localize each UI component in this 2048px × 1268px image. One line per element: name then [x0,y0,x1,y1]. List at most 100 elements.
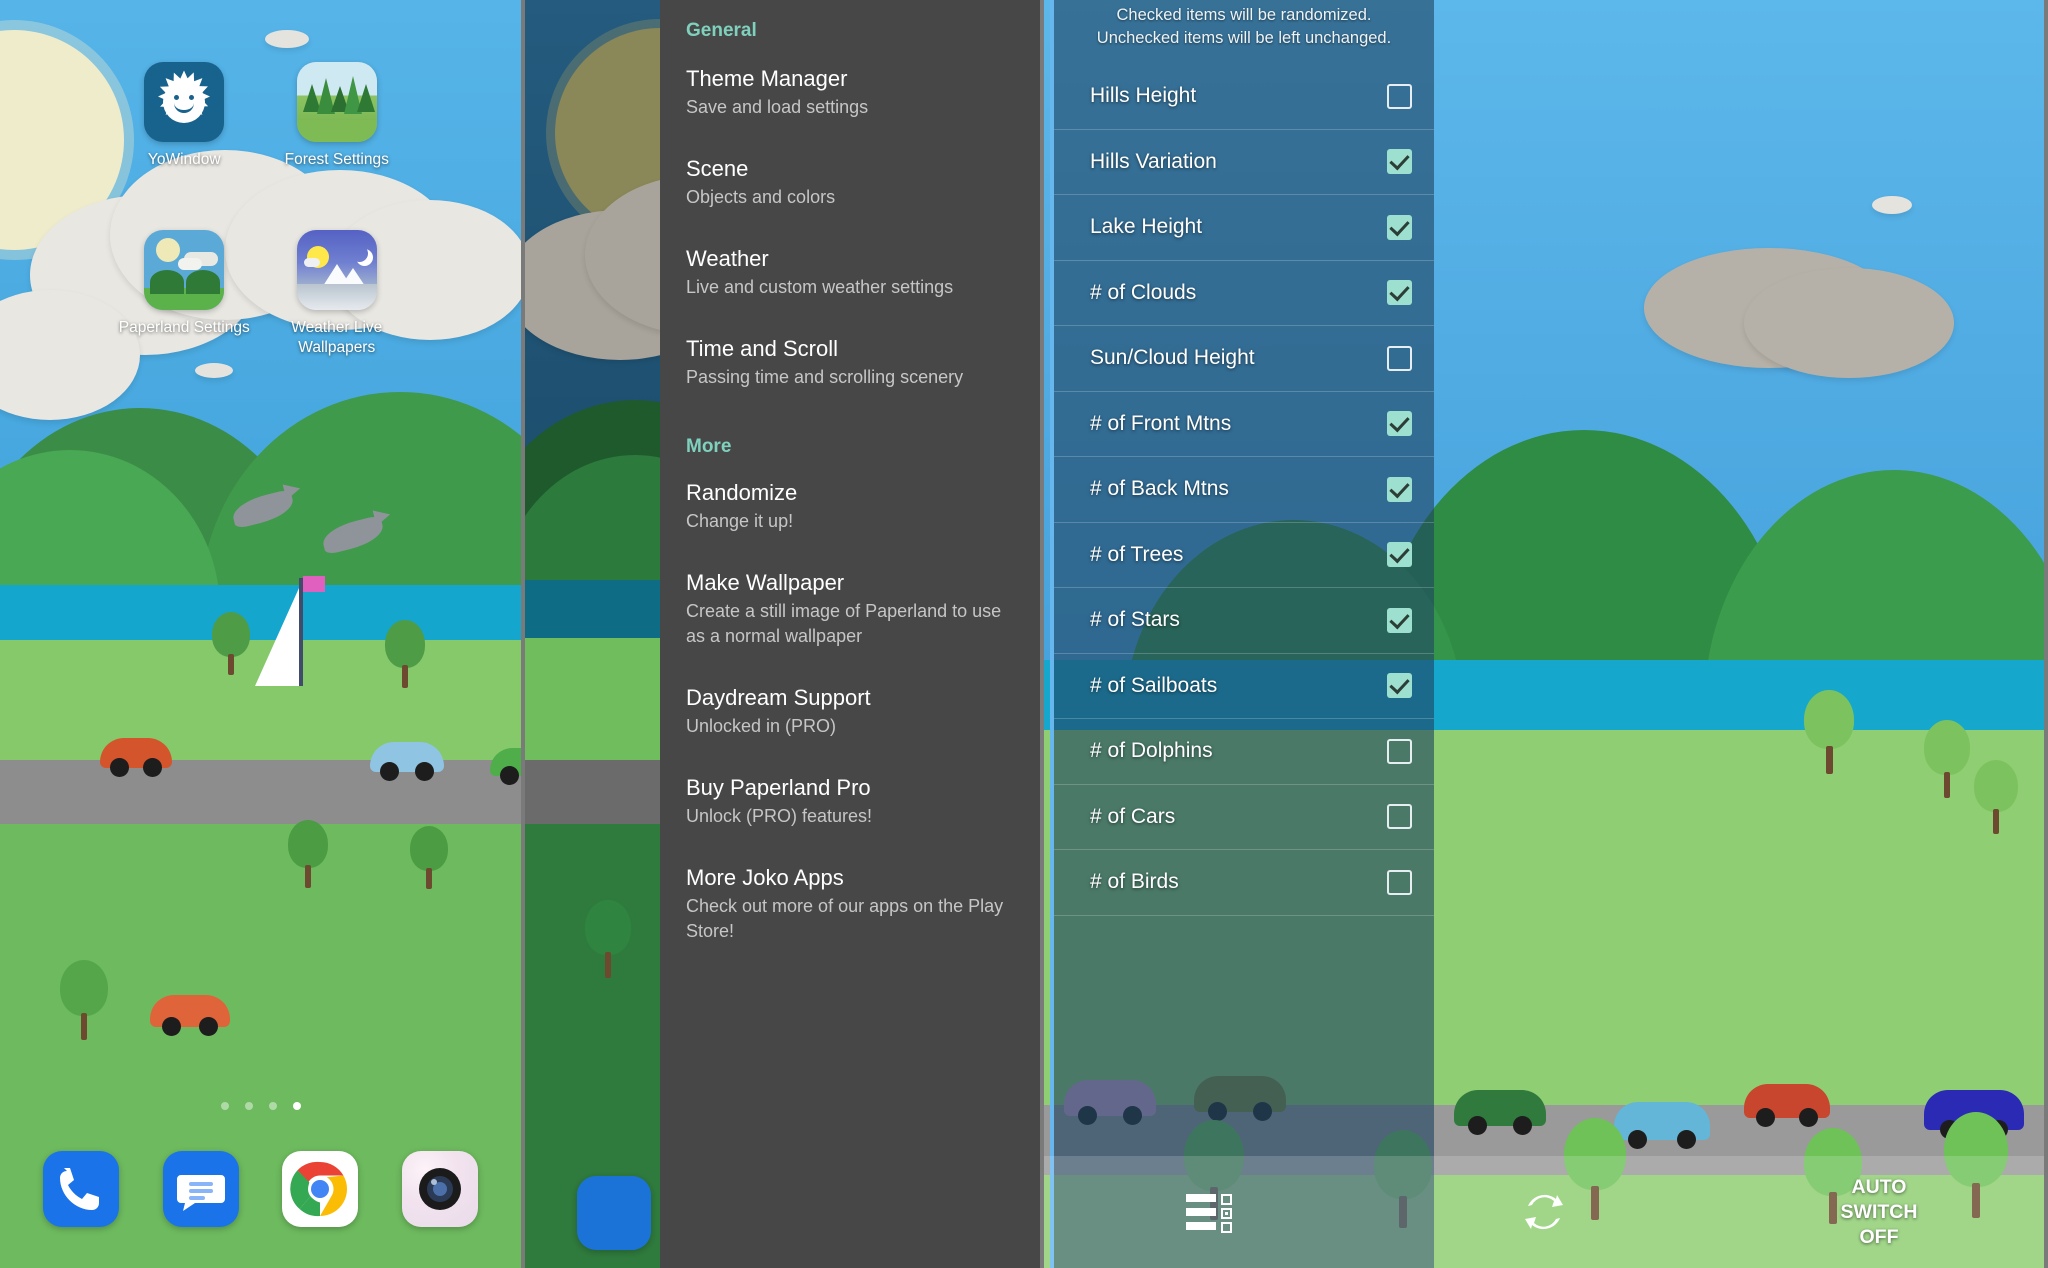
row-label: Hills Height [1090,84,1197,108]
checkbox-lake-height[interactable] [1387,214,1412,240]
paperland-settings-icon [144,230,225,310]
menu-item-subtitle: Live and custom weather settings [686,277,954,297]
page-indicator [0,1102,521,1110]
checkbox-num-back-mtns[interactable] [1387,476,1412,502]
app-paperland-settings[interactable]: Paperland Settings [108,230,261,358]
menu-item-subtitle: Save and load settings [686,97,869,117]
randomize-note-line-1: Checked items will be randomized. [1116,6,1372,24]
select-all-button[interactable] [1044,1194,1374,1233]
page-dot-active[interactable] [292,1102,301,1110]
app-label: Forest Settings [284,151,389,168]
menu-item-weather[interactable]: Weather Live and custom weather settings [686,244,1014,300]
row-label: # of Cars [1090,804,1176,828]
row-label: # of Stars [1090,608,1180,632]
menu-item-title: Make Wallpaper [686,570,845,595]
chrome-icon[interactable] [282,1151,359,1227]
checkbox-num-trees[interactable] [1387,542,1412,568]
randomize-note-line-2: Unchecked items will be left unchanged. [1096,29,1392,47]
randomize-row-num-sailboats[interactable]: # of Sailboats [1054,654,1434,719]
menu-item-subtitle: Change it up! [686,511,794,531]
checkbox-num-sailboats[interactable] [1387,673,1412,699]
menu-item-title: Randomize [686,480,798,505]
menu-item-title: Buy Paperland Pro [686,775,871,800]
checkbox-sun-cloud-height[interactable] [1387,345,1412,371]
row-label: Sun/Cloud Height [1090,346,1255,370]
menu-item-buy-paperland-pro[interactable]: Buy Paperland Pro Unlock (PRO) features! [686,773,1014,829]
checkbox-num-stars[interactable] [1387,607,1412,633]
settings-menu-panel: General Theme Manager Save and load sett… [525,0,1044,1268]
auto-switch-toggle[interactable]: AUTO SWITCH OFF [1714,1175,2044,1250]
refresh-randomize-icon [1519,1187,1569,1237]
randomize-row-num-front-mtns[interactable]: # of Front Mtns [1054,392,1434,457]
randomize-row-lake-height[interactable]: Lake Height [1054,195,1434,261]
randomize-note: Checked items will be randomized. Unchec… [1054,0,1434,64]
dock [0,1124,521,1254]
menu-item-randomize[interactable]: Randomize Change it up! [686,478,1014,534]
checkbox-hills-height[interactable] [1387,83,1412,109]
messages-icon[interactable] [162,1151,239,1227]
menu-section-heading-general: General [686,20,757,41]
menu-item-theme-manager[interactable]: Theme Manager Save and load settings [686,64,1014,120]
menu-item-subtitle: Passing time and scrolling scenery [686,367,964,387]
list-checkbox-icon [1186,1194,1232,1233]
randomize-row-num-back-mtns[interactable]: # of Back Mtns [1054,457,1434,523]
randomize-row-num-dolphins[interactable]: # of Dolphins [1054,719,1434,785]
menu-item-time-and-scroll[interactable]: Time and Scroll Passing time and scrolli… [686,334,1014,390]
page-dot[interactable] [220,1102,229,1110]
app-yowindow[interactable]: YoWindow [108,62,261,170]
randomize-row-hills-height[interactable]: Hills Height [1054,64,1434,130]
app-label: YoWindow [147,151,221,168]
menu-section-heading-more: More [686,436,732,457]
randomize-row-sun-cloud-height[interactable]: Sun/Cloud Height [1054,326,1434,392]
app-forest-settings[interactable]: Forest Settings [261,62,414,170]
menu-item-more-joko-apps[interactable]: More Joko Apps Check out more of our app… [686,863,1014,944]
menu-item-scene[interactable]: Scene Objects and colors [686,154,1014,210]
menu-item-subtitle: Check out more of our apps on the Play S… [686,896,1004,941]
menu-item-title: Theme Manager [686,66,848,91]
yowindow-icon [144,62,225,142]
row-label: # of Clouds [1090,280,1197,304]
weather-live-wallpapers-icon [296,230,377,310]
randomize-panel-screen: Checked items will be randomized. Unchec… [1044,0,2044,1268]
menu-item-title: Scene [686,156,749,181]
randomize-row-hills-variation[interactable]: Hills Variation [1054,130,1434,195]
checkbox-num-dolphins[interactable] [1387,738,1412,764]
screenshot-root: YoWindow Forest Settings Paperland Setti… [0,0,2048,1268]
row-label: Hills Variation [1090,149,1217,173]
row-label: Lake Height [1090,215,1203,239]
row-label: # of Trees [1090,542,1184,566]
menu-item-make-wallpaper[interactable]: Make Wallpaper Create a still image of P… [686,568,1014,649]
randomize-now-button[interactable] [1374,1187,1714,1237]
page-dot[interactable] [268,1102,277,1110]
menu-item-subtitle: Unlocked in (PRO) [686,716,837,736]
phone-icon[interactable] [43,1151,120,1227]
randomize-row-num-clouds[interactable]: # of Clouds [1054,261,1434,326]
page-dot[interactable] [244,1102,253,1110]
checkbox-num-cars[interactable] [1387,804,1412,830]
menu-item-daydream-support[interactable]: Daydream Support Unlocked in (PRO) [686,683,1014,739]
menu-item-title: Weather [686,246,769,271]
checkbox-hills-variation[interactable] [1387,149,1412,175]
app-grid: YoWindow Forest Settings Paperland Setti… [0,62,521,358]
randomize-row-num-stars[interactable]: # of Stars [1054,588,1434,654]
menu-item-title: Daydream Support [686,685,871,710]
row-label: # of Birds [1090,870,1179,894]
settings-menu-overlay: General Theme Manager Save and load sett… [660,0,1040,1268]
checkbox-num-clouds[interactable] [1387,280,1412,306]
camera-icon[interactable] [401,1151,478,1227]
app-weather-live-wallpapers[interactable]: Weather Live Wallpapers [261,230,414,358]
menu-item-subtitle: Unlock (PRO) features! [686,806,873,826]
menu-item-subtitle: Create a still image of Paperland to use… [686,601,1002,646]
randomize-item-list: Hills Height Hills Variation Lake Height… [1054,64,1434,916]
row-label: # of Dolphins [1090,739,1213,763]
randomize-row-num-birds[interactable]: # of Birds [1054,850,1434,916]
home-screen-panel: YoWindow Forest Settings Paperland Setti… [0,0,525,1268]
checkbox-num-birds[interactable] [1387,869,1412,895]
row-label: # of Front Mtns [1090,411,1232,435]
randomize-row-num-trees[interactable]: # of Trees [1054,523,1434,588]
checkbox-num-front-mtns[interactable] [1387,411,1412,437]
randomize-row-num-cars[interactable]: # of Cars [1054,785,1434,850]
forest-settings-icon [296,62,377,142]
auto-switch-label: AUTO SWITCH OFF [1840,1175,1918,1248]
randomize-list-overlay: Checked items will be randomized. Unchec… [1050,0,1434,1268]
